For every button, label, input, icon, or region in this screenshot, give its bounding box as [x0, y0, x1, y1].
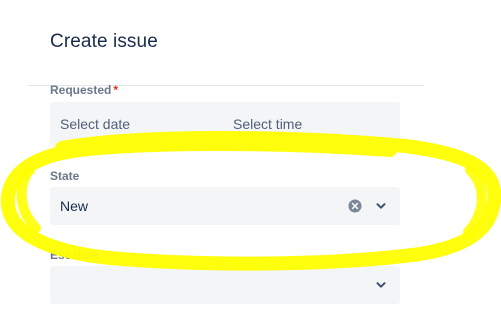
- requested-datetime-field: Select date Select time: [50, 102, 400, 146]
- create-issue-dialog: Create issue Requested * Select date Sele…: [0, 0, 501, 329]
- state-value: New: [60, 198, 89, 214]
- chevron-down-icon[interactable]: [375, 200, 387, 212]
- clear-icon[interactable]: [348, 199, 362, 213]
- chevron-down-icon[interactable]: [375, 279, 387, 291]
- date-picker[interactable]: Select date: [60, 116, 130, 132]
- time-picker[interactable]: Select time: [233, 116, 302, 132]
- dialog-title: Create issue: [50, 31, 158, 52]
- state-select[interactable]: New: [50, 187, 400, 225]
- required-marker: *: [113, 83, 119, 97]
- requested-label-text: Requested: [50, 83, 112, 97]
- requested-label: Requested *: [50, 83, 118, 97]
- escalate-select[interactable]: [50, 266, 400, 304]
- escalate-label: Escalate: [50, 248, 99, 262]
- state-label: State: [50, 169, 80, 183]
